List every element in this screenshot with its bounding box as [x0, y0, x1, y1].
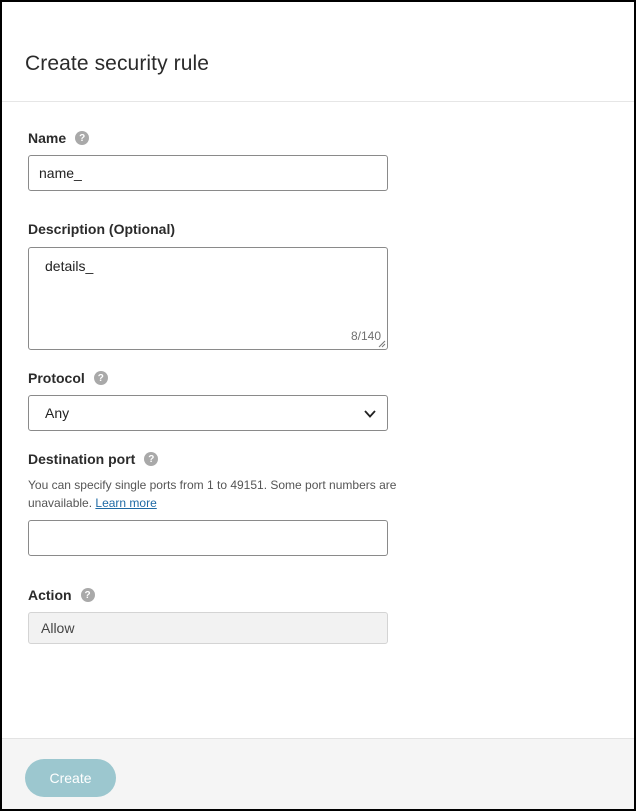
description-label-row: Description (Optional) — [28, 221, 175, 237]
action-field: Allow — [28, 612, 388, 644]
help-icon[interactable]: ? — [75, 131, 90, 145]
protocol-selected-value: Any — [45, 405, 70, 421]
destination-port-label: Destination port — [28, 451, 136, 467]
create-button[interactable]: Create — [25, 759, 116, 797]
help-icon[interactable]: ? — [93, 371, 108, 385]
dialog: Create security rule Name ? name_ Descri… — [0, 0, 636, 811]
protocol-label: Protocol — [28, 370, 85, 386]
resize-handle-icon[interactable] — [378, 340, 386, 348]
destination-port-input[interactable] — [28, 520, 388, 556]
name-input[interactable]: name_ — [28, 155, 388, 191]
name-label: Name — [28, 130, 67, 146]
destination-port-hint: You can specify single ports from 1 to 4… — [28, 476, 398, 512]
description-textarea[interactable]: details_ 8/140 — [28, 247, 388, 350]
protocol-select[interactable]: Any — [28, 395, 388, 431]
help-icon[interactable]: ? — [80, 588, 95, 602]
hint-text: You can specify single ports from 1 to 4… — [28, 478, 397, 510]
dialog-footer: Create — [2, 738, 634, 809]
help-icon[interactable]: ? — [144, 452, 159, 466]
action-label: Action — [28, 587, 72, 603]
dialog-header: Create security rule — [2, 2, 634, 102]
dialog-title: Create security rule — [25, 52, 210, 75]
description-value: details_ — [45, 258, 94, 274]
destination-port-label-row: Destination port ? — [28, 451, 159, 467]
learn-more-link[interactable]: Learn more — [95, 496, 156, 510]
action-label-row: Action ? — [28, 587, 95, 603]
description-label: Description (Optional) — [28, 221, 175, 237]
name-label-row: Name ? — [28, 130, 90, 146]
chevron-down-icon — [364, 410, 376, 418]
character-counter: 8/140 — [350, 329, 381, 343]
protocol-label-row: Protocol ? — [28, 370, 108, 386]
